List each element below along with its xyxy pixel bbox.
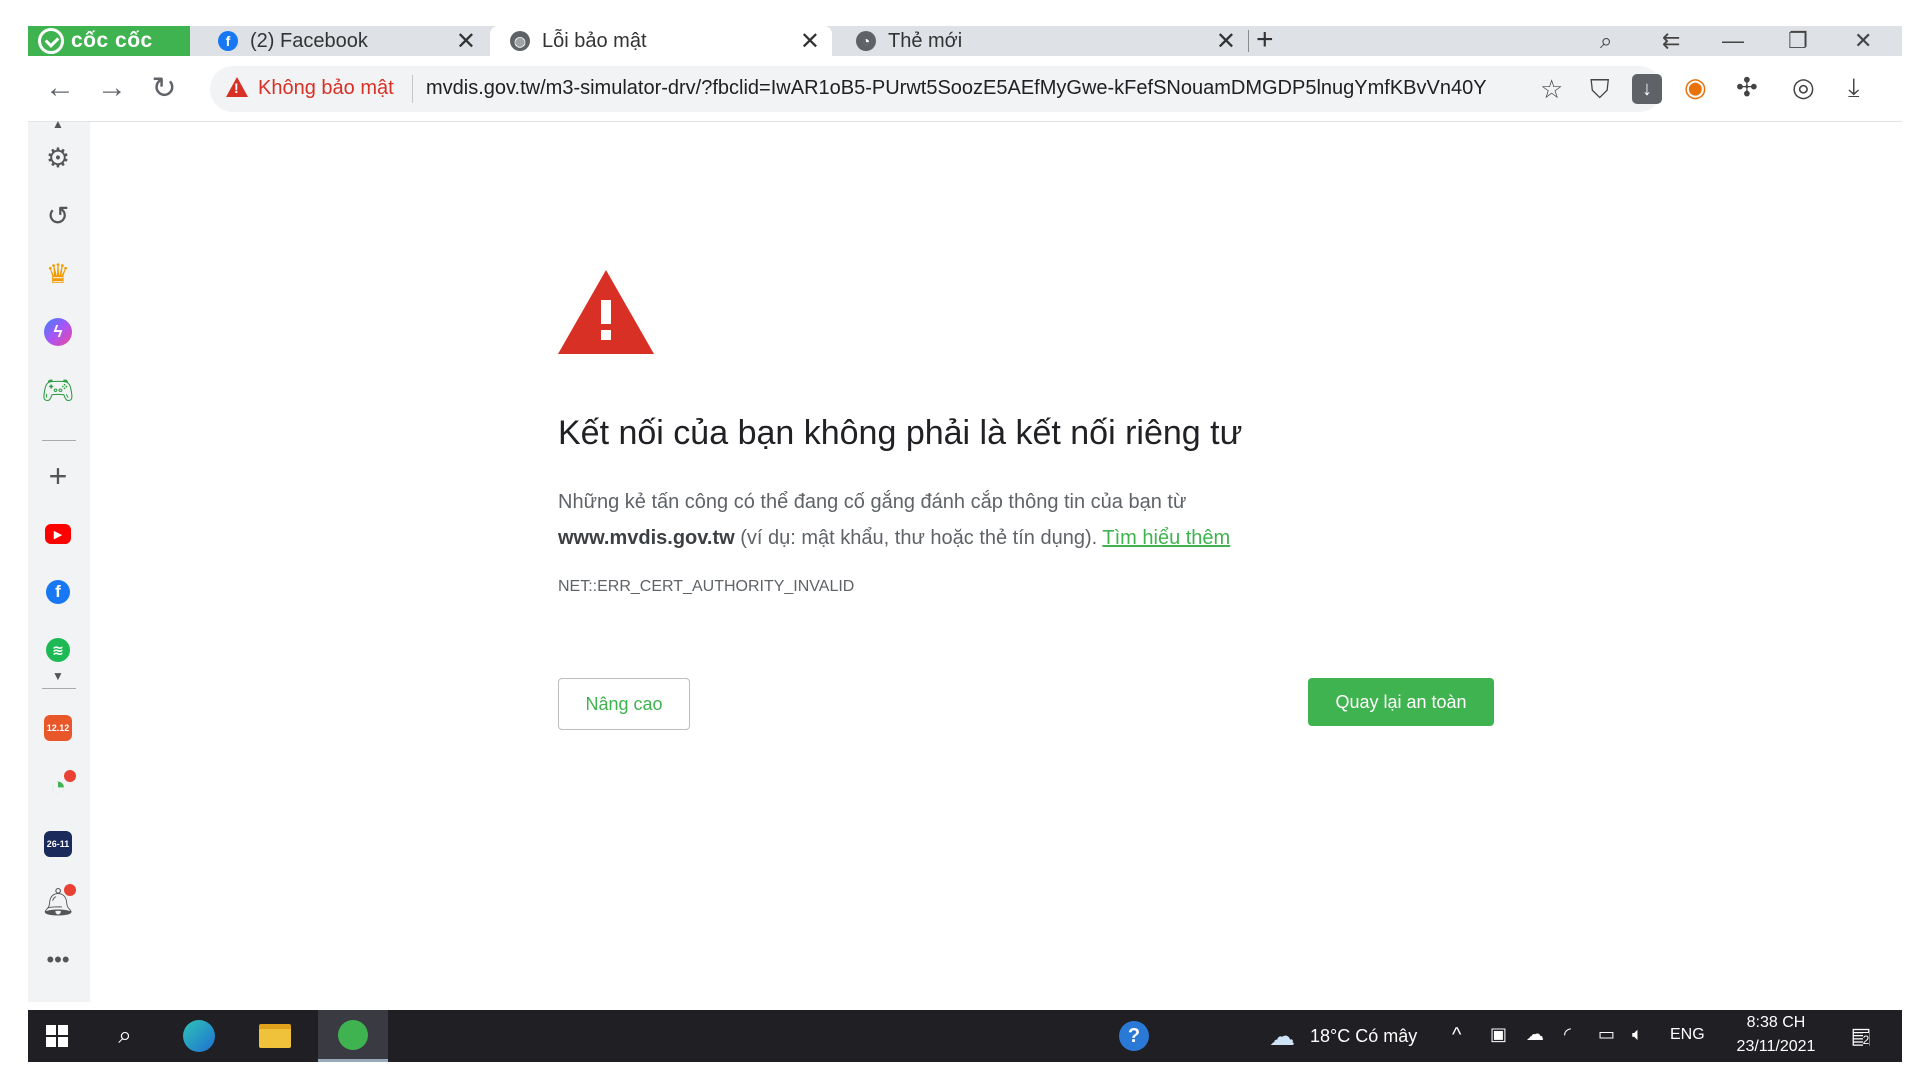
coccoc-tab-icon: ◔ bbox=[856, 31, 876, 51]
clock-date: 23/11/2021 bbox=[1736, 1038, 1816, 1055]
cloud-weather-icon[interactable]: ☁ bbox=[1262, 1010, 1302, 1062]
action-center-icon[interactable]: ▤ 2 bbox=[1838, 1010, 1884, 1062]
reload-button[interactable]: ↻ bbox=[146, 70, 182, 106]
tab-facebook[interactable]: f (2) Facebook ✕ bbox=[198, 26, 488, 56]
back-forward-cache-icon[interactable]: ⇇ bbox=[1662, 28, 1680, 54]
browser-toolbar: ← → ↻ Không bảo mật mvdis.gov.tw/m3-simu… bbox=[28, 56, 1902, 122]
coccoc-map-icon[interactable]: ◔ bbox=[38, 766, 78, 806]
onedrive-icon[interactable]: ☁ bbox=[1526, 1024, 1544, 1045]
language-indicator[interactable]: ENG bbox=[1670, 1026, 1705, 1044]
close-tab-icon[interactable]: ✕ bbox=[456, 27, 476, 56]
download-video-icon[interactable]: ↓ bbox=[1632, 74, 1662, 104]
clock-time: 8:38 CH bbox=[1746, 1014, 1806, 1031]
back-to-safety-button[interactable]: Quay lại an toàn bbox=[1308, 678, 1494, 726]
restore-button[interactable]: ❐ bbox=[1788, 28, 1808, 54]
notification-count: 2 bbox=[1862, 1033, 1870, 1047]
search-icon[interactable]: ⌕ bbox=[94, 1010, 156, 1062]
spotify-icon[interactable]: ≋ bbox=[38, 630, 78, 670]
not-secure-label[interactable]: Không bảo mật bbox=[258, 77, 394, 100]
tab-title: Lỗi bảo mật bbox=[542, 29, 647, 52]
crown-icon[interactable]: ♛ bbox=[38, 254, 78, 294]
volume-icon[interactable]: 🔈︎ bbox=[1632, 1024, 1643, 1045]
learn-more-link[interactable]: Tìm hiểu thêm bbox=[1102, 527, 1230, 549]
address-bar[interactable]: Không bảo mật mvdis.gov.tw/m3-simulator-… bbox=[210, 66, 1662, 112]
page-title: Kết nối của bạn không phải là kết nối ri… bbox=[558, 414, 1243, 452]
tab-search-icon[interactable]: ⌕ bbox=[1600, 28, 1612, 54]
close-tab-icon[interactable]: ✕ bbox=[1216, 27, 1236, 56]
defender-icon[interactable]: ▣ bbox=[1490, 1024, 1507, 1045]
sidebar: ▲ ⚙ ↺ ♛ ϟ 🎮︎ + ▶ f ≋ ▼ 12.12 ◔ 26-11 🔔︎ bbox=[28, 117, 90, 1002]
tab-security-error[interactable]: ◍ Lỗi bảo mật ✕ bbox=[490, 26, 832, 56]
tab-title: Thẻ mới bbox=[888, 29, 963, 52]
extensions-icon[interactable]: ✣ bbox=[1736, 72, 1758, 103]
tab-new-tab[interactable]: ◔ Thẻ mới ✕ bbox=[836, 26, 1248, 56]
youtube-icon[interactable]: ▶ bbox=[38, 514, 78, 554]
windows-logo-icon bbox=[46, 1025, 68, 1047]
sidebar-divider bbox=[42, 440, 76, 441]
coccoc-menu-button[interactable]: cốc cốc bbox=[28, 26, 190, 56]
more-options-icon[interactable]: ••• bbox=[38, 940, 78, 980]
messenger-icon[interactable]: ϟ bbox=[38, 312, 78, 352]
downloads-icon[interactable]: ⤓ bbox=[1848, 72, 1860, 104]
brand-label: cốc cốc bbox=[71, 29, 153, 52]
settings-icon[interactable]: ⚙ bbox=[38, 138, 78, 178]
back-button[interactable]: ← bbox=[42, 70, 78, 106]
address-divider bbox=[412, 75, 413, 103]
close-tab-icon[interactable]: ✕ bbox=[800, 27, 820, 56]
desc-line-2: (ví dụ: mật khẩu, thư hoặc thẻ tín dụng)… bbox=[734, 527, 1103, 549]
facebook-icon[interactable]: f bbox=[38, 572, 78, 612]
profile-icon[interactable]: ◎ bbox=[1792, 72, 1815, 103]
domain-name: www.mvdis.gov.tw bbox=[558, 527, 735, 549]
forward-button[interactable]: → bbox=[94, 70, 130, 106]
battery-icon[interactable]: ▭ bbox=[1598, 1024, 1615, 1045]
globe-icon: ◍ bbox=[510, 31, 530, 51]
browser-window: cốc cốc f (2) Facebook ✕ ◍ Lỗi bảo mật ✕… bbox=[28, 26, 1902, 1062]
coccoc-taskbar-icon[interactable] bbox=[318, 1010, 388, 1062]
shopping-calendar-icon[interactable]: 12.12 bbox=[38, 708, 78, 748]
desc-line-1: Những kẻ tấn công có thể đang cố gắng đá… bbox=[558, 491, 1187, 513]
url-text[interactable]: mvdis.gov.tw/m3-simulator-drv/?fbclid=Iw… bbox=[426, 77, 1496, 100]
error-page: Kết nối của bạn không phải là kết nối ri… bbox=[90, 122, 1902, 1002]
windows-taskbar: ⌕ ? ☁ 18°C Có mây ^ ▣ ☁ ◜ ▭ 🔈︎ ENG 8:38 … bbox=[28, 1010, 1902, 1062]
edge-icon[interactable] bbox=[168, 1010, 230, 1062]
new-tab-button[interactable]: + bbox=[1256, 26, 1274, 57]
notifications-bell-icon[interactable]: 🔔︎ bbox=[38, 882, 78, 922]
file-explorer-icon[interactable] bbox=[244, 1010, 306, 1062]
tab-strip: cốc cốc f (2) Facebook ✕ ◍ Lỗi bảo mật ✕… bbox=[28, 26, 1902, 56]
advanced-button[interactable]: Nâng cao bbox=[558, 678, 690, 730]
shield-icon[interactable]: ⛉ bbox=[1590, 74, 1610, 106]
start-button[interactable] bbox=[28, 1010, 86, 1062]
add-sidebar-item-icon[interactable]: + bbox=[38, 456, 78, 496]
wifi-icon[interactable]: ◜ bbox=[1564, 1024, 1571, 1045]
help-tips-icon[interactable]: ? bbox=[1112, 1010, 1156, 1062]
tab-title: (2) Facebook bbox=[250, 29, 368, 52]
tiki-icon[interactable]: 26-11 bbox=[38, 824, 78, 864]
sidebar-scroll-down-icon[interactable]: ▼ bbox=[38, 668, 78, 684]
close-window-button[interactable]: ✕ bbox=[1854, 28, 1872, 54]
game-controller-icon[interactable]: 🎮︎ bbox=[38, 370, 78, 410]
bookmark-star-icon[interactable]: ☆ bbox=[1540, 74, 1563, 105]
error-code[interactable]: NET::ERR_CERT_AUTHORITY_INVALID bbox=[558, 578, 854, 596]
sidebar-divider bbox=[42, 688, 76, 689]
facebook-icon: f bbox=[218, 31, 238, 51]
clock[interactable]: 8:38 CH 23/11/2021 bbox=[1728, 1014, 1824, 1056]
show-hidden-icons[interactable]: ^ bbox=[1452, 1024, 1461, 1047]
history-icon[interactable]: ↺ bbox=[38, 196, 78, 236]
weather-text[interactable]: 18°C Có mây bbox=[1310, 1026, 1417, 1047]
sidebar-scroll-up-icon[interactable]: ▲ bbox=[38, 116, 78, 132]
tab-separator bbox=[1248, 30, 1249, 52]
warning-triangle-icon bbox=[558, 270, 654, 354]
coccoc-logo-icon bbox=[38, 28, 64, 54]
minimize-button[interactable]: — bbox=[1722, 28, 1744, 54]
coccoc-rewards-icon[interactable]: ◉ bbox=[1684, 72, 1707, 103]
error-description: Những kẻ tấn công có thể đang cố gắng đá… bbox=[558, 484, 1458, 556]
warning-icon bbox=[226, 77, 248, 97]
